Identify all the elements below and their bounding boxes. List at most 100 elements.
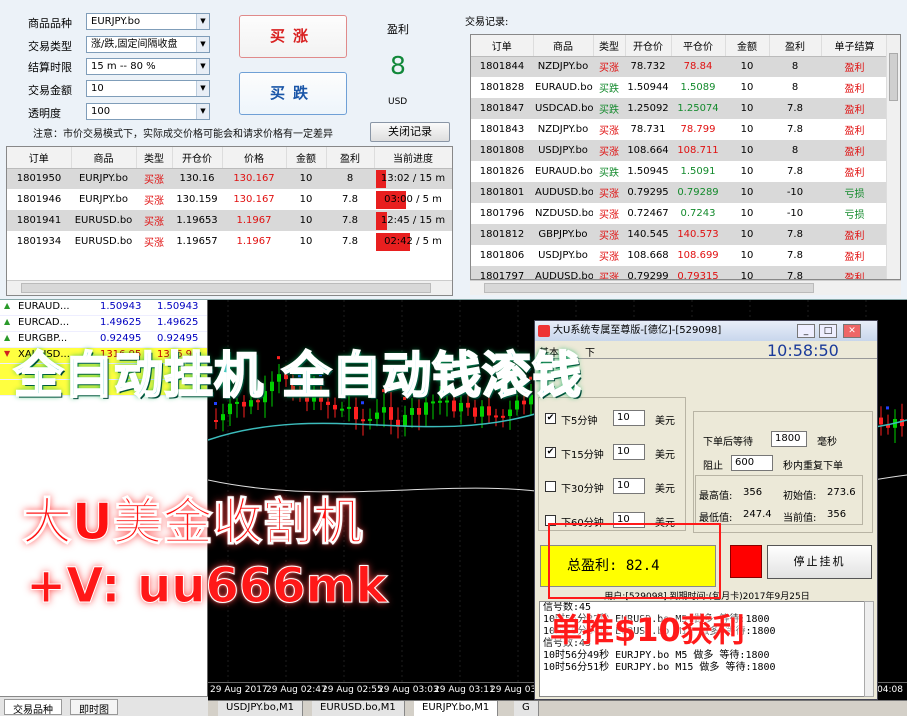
column-header[interactable]: 金额 [725, 35, 770, 57]
column-header[interactable]: 单子结算 [821, 35, 889, 57]
scroll-thumb[interactable] [889, 53, 898, 101]
arrow-up-icon: ▲ [4, 301, 11, 310]
column-header[interactable]: 盈利 [326, 147, 375, 169]
minimize-icon[interactable]: _ [797, 324, 815, 338]
column-header[interactable]: 类型 [136, 147, 173, 169]
chart-tab-eurusd[interactable]: EURUSD.bo,M1 [312, 701, 405, 716]
buy-up-button[interactable]: 买涨 [239, 15, 347, 58]
option-label: 下30分钟 [561, 484, 604, 495]
cell-symbol: EURJPY.bo [78, 194, 129, 205]
option-checkbox[interactable] [545, 481, 556, 492]
option-amount-input[interactable]: 10 [613, 410, 645, 426]
cell-symbol: USDJPY.bo [533, 140, 593, 161]
cell-id: 1801826 [479, 166, 525, 177]
column-header[interactable]: 开仓价 [172, 147, 223, 169]
column-header[interactable]: 开仓价 [625, 35, 672, 57]
cell-result: 盈利 [844, 84, 865, 95]
option-amount-input[interactable]: 10 [613, 444, 645, 460]
log-scrollbar[interactable] [864, 601, 874, 697]
cell-amount: 10 [740, 208, 754, 219]
expiry-select[interactable]: 15 m -- 80 % ▼ [86, 58, 210, 75]
notice-text: 注意：市价交易模式下，实际成交价格可能会和请求价格有一定差异 [33, 129, 333, 140]
chart-tab-more[interactable]: G [514, 701, 539, 716]
cell-open: 108.668 [627, 250, 669, 261]
chart-tab-eurjpy[interactable]: EURJPY.bo,M1 [414, 701, 499, 716]
list-item[interactable]: ▲ EURAUD... 1.50943 1.50943 [0, 300, 207, 316]
column-header[interactable]: 金额 [286, 147, 327, 169]
column-header[interactable]: 类型 [593, 35, 626, 57]
expiry-label: 结算时限 [28, 61, 72, 74]
block-input[interactable]: 600 [731, 455, 773, 471]
maximize-icon[interactable]: □ [819, 324, 837, 338]
cell-profit: 8 [769, 140, 821, 161]
close-icon[interactable]: ✕ [843, 324, 861, 338]
table-row[interactable]: 1801946 EURJPY.bo 买涨 130.159 130.167 10 7.8 03:… [7, 189, 452, 210]
column-header[interactable]: 订单 [7, 147, 72, 169]
table-row[interactable]: 1801796 NZDUSD.bo 买涨 0.72467 0.7243 10 -10 亏损 [471, 203, 888, 224]
cell-type: 买涨 [599, 210, 619, 221]
cell-type: 买跌 [593, 98, 625, 119]
option-checkbox[interactable]: ✔ [545, 413, 556, 424]
column-header[interactable]: 商品 [71, 147, 137, 169]
chart-tab-usdjpy[interactable]: USDJPY.bo,M1 [218, 701, 304, 716]
progress-bar: 12:45 / 15 m [376, 211, 450, 230]
table-row[interactable]: 1801844 NZDJPY.bo 买涨 78.732 78.84 10 8 盈利 [471, 56, 888, 77]
type-select[interactable]: 涨/跌,固定间隔收盘 ▼ [86, 36, 210, 53]
cell-profit: 7.8 [769, 98, 821, 119]
table-row[interactable]: 1801808 USDJPY.bo 买涨 108.664 108.711 10 8 盈利 [471, 140, 888, 161]
table-row[interactable]: 1801843 NZDJPY.bo 买涨 78.731 78.799 10 7.8 盈利 [471, 119, 888, 140]
transparency-select[interactable]: 100 ▼ [86, 103, 210, 120]
table-row[interactable]: 1801934 EURUSD.bo 买涨 1.19657 1.1967 10 7.8 02:4… [7, 231, 452, 252]
column-header[interactable]: 订单 [471, 35, 534, 57]
cell-result: 盈利 [821, 266, 888, 279]
table-row[interactable]: 1801797 AUDUSD.bo 买涨 0.79299 0.79315 10 7.8 盈利 [471, 266, 888, 279]
cell-id: 1801806 [479, 250, 525, 261]
list-item[interactable]: ▲ EURCAD... 1.49625 1.49625 [0, 316, 207, 332]
amount-select[interactable]: 10 ▼ [86, 80, 210, 97]
table-row[interactable]: 1801801 AUDUSD.bo 买涨 0.79295 0.79289 10 -10 亏损 [471, 182, 888, 203]
option-unit: 美元 [655, 416, 675, 427]
option-checkbox[interactable]: ✔ [545, 447, 556, 458]
table-row[interactable]: 1801941 EURUSD.bo 买涨 1.19653 1.1967 10 7.8 12:4… [7, 210, 452, 231]
table-row[interactable]: 1801826 EURAUD.bo 买跌 1.50945 1.5091 10 7.8 盈利 [471, 161, 888, 182]
cell-symbol: AUDUSD.bo [533, 182, 593, 203]
cell-id: 1801808 [471, 140, 533, 161]
table-row[interactable]: 1801812 GBPJPY.bo 买涨 140.545 140.573 10 7.8 盈利 [471, 224, 888, 245]
promo-product-name: 大U美金收割机 [22, 493, 364, 552]
scroll-thumb[interactable] [21, 283, 431, 293]
tab-symbols[interactable]: 交易品种 [4, 699, 62, 716]
vertical-scrollbar[interactable] [886, 35, 900, 279]
cell-result: 盈利 [844, 252, 865, 263]
column-header[interactable]: 商品 [533, 35, 594, 57]
stop-button[interactable]: 停止挂机 [767, 545, 872, 579]
horizontal-scrollbar[interactable] [7, 280, 452, 295]
cell-type: 买涨 [599, 126, 619, 137]
column-header[interactable]: 平仓价 [671, 35, 726, 57]
tab-order[interactable]: 下 [585, 344, 595, 359]
table-row[interactable]: 1801950 EURJPY.bo 买涨 130.16 130.167 10 8 13:02 … [7, 168, 452, 189]
records-horizontal-scrollbar[interactable] [470, 280, 901, 295]
close-records-button[interactable]: 关闭记录 [370, 122, 450, 142]
tab-tick-chart[interactable]: 即时图 [70, 699, 118, 716]
ask: 1.49625 [157, 317, 199, 328]
table-row[interactable]: 1801828 EURAUD.bo 买跌 1.50944 1.5089 10 8 盈利 [471, 77, 888, 98]
table-row[interactable]: 1801847 USDCAD.bo 买跌 1.25092 1.25074 10 7.8 盈利 [471, 98, 888, 119]
cell-progress: 12:45 / 15 m [374, 210, 452, 231]
low-value: 247.4 [743, 509, 772, 520]
wait-input[interactable]: 1800 [771, 431, 807, 447]
cell-open: 1.19653 [172, 210, 222, 231]
buy-down-button[interactable]: 买跌 [239, 72, 347, 115]
option-amount-input[interactable]: 10 [613, 478, 645, 494]
window-title-bar[interactable]: 大U系统专属至尊版-[德亿]-[529098] _ □ ✕ [535, 321, 877, 341]
column-header[interactable]: 当前进度 [374, 147, 452, 169]
table-row[interactable]: 1801806 USDJPY.bo 买涨 108.668 108.699 10 7.8 盈利 [471, 245, 888, 266]
cell-amount: 10 [725, 98, 769, 119]
product-select[interactable]: EURJPY.bo ▼ [86, 13, 210, 30]
cell-type: 买涨 [593, 56, 625, 77]
column-header[interactable]: 价格 [222, 147, 287, 169]
scroll-thumb[interactable] [484, 283, 814, 293]
clock: 10:58:50 [767, 341, 839, 360]
candle-body [368, 418, 372, 421]
block-label: 阻止 [703, 461, 723, 472]
column-header[interactable]: 盈利 [769, 35, 822, 57]
